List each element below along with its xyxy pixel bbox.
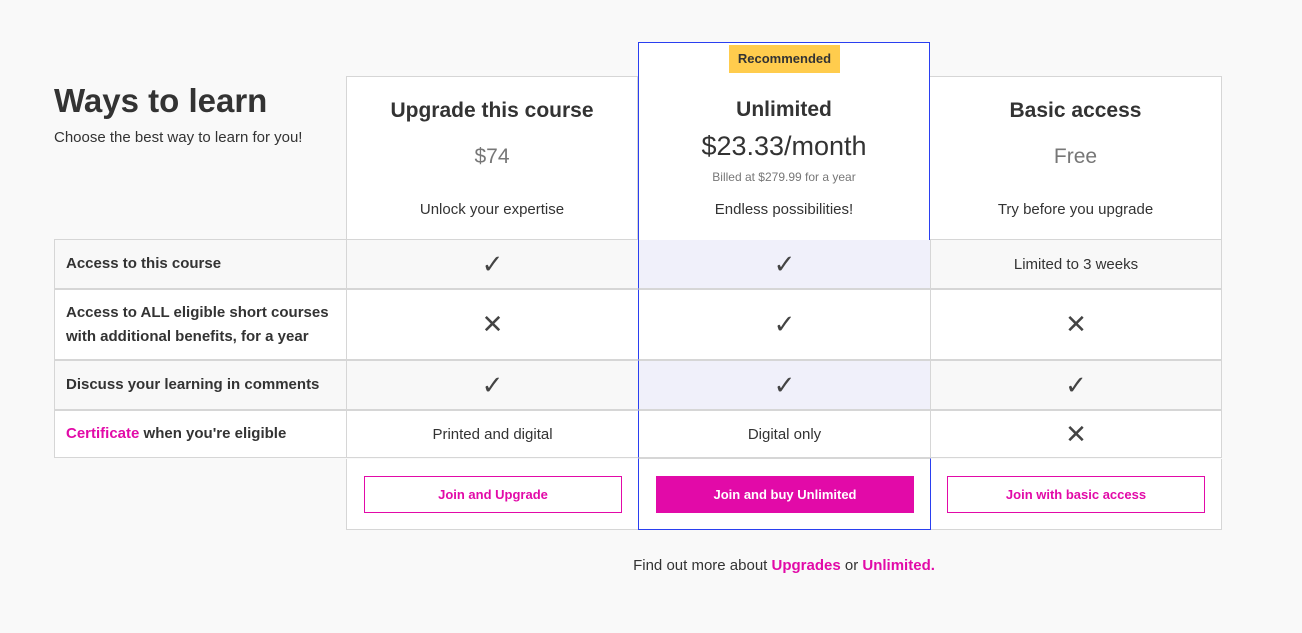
plan-price: Free	[1053, 145, 1098, 168]
plan-name: Upgrade this course	[390, 99, 594, 122]
feature-row: Access to this course ✓ ✓ Limited to 3 w…	[54, 239, 1222, 290]
plan-name: Unlimited	[736, 98, 832, 121]
check-icon: ✓	[1065, 369, 1087, 400]
footer-note: Find out more about Upgrades or Unlimite…	[0, 557, 1302, 574]
action-row: Join and Upgrade Join and buy Unlimited …	[346, 458, 1222, 530]
page-title: Ways to learn	[54, 82, 268, 119]
check-icon: ✓	[481, 248, 504, 279]
upgrades-link[interactable]: Upgrades	[772, 557, 841, 574]
feature-row: Access to ALL eligible short courses wit…	[54, 289, 1222, 361]
check-icon: ✓	[773, 369, 796, 400]
check-icon: ✓	[481, 369, 504, 400]
join-and-buy-unlimited-button[interactable]: Join and buy Unlimited	[656, 476, 914, 513]
feature-row: Certificate when you're eligible Printed…	[54, 410, 1222, 459]
plan-price: $23.33/month	[701, 131, 867, 161]
plan-name: Basic access	[1009, 99, 1142, 122]
feature-label: Access to this course	[54, 239, 347, 289]
feature-value: Limited to 3 weeks	[1013, 255, 1139, 273]
feature-label-text: when you're eligible	[143, 425, 287, 442]
unlimited-link[interactable]: Unlimited.	[862, 557, 935, 574]
page-subtitle: Choose the best way to learn for you!	[54, 129, 303, 146]
join-and-upgrade-button[interactable]: Join and Upgrade	[364, 476, 622, 513]
plan-price: $74	[474, 145, 510, 168]
feature-value: Printed and digital	[432, 425, 553, 443]
join-with-basic-access-button[interactable]: Join with basic access	[947, 476, 1205, 513]
cross-icon: ✕	[1065, 418, 1087, 449]
plan-basic-header: Basic access Free Try before you upgrade	[929, 76, 1222, 240]
feature-label: Discuss your learning in comments	[54, 360, 347, 410]
footer-text: Find out more about	[633, 557, 768, 574]
plan-unlimited-header: Recommended Unlimited $23.33/month Bille…	[638, 42, 930, 240]
plan-tagline: Endless possibilities!	[714, 201, 854, 218]
feature-label: Access to ALL eligible short courses wit…	[54, 289, 347, 360]
certificate-link[interactable]: Certificate	[66, 422, 139, 446]
footer-text: or	[844, 557, 859, 574]
feature-label: Certificate when you're eligible	[54, 410, 347, 458]
check-icon: ✓	[773, 309, 796, 339]
check-icon: ✓	[773, 248, 796, 279]
cross-icon: ✕	[481, 309, 504, 339]
recommended-badge: Recommended	[729, 45, 840, 73]
billing-note: Billed at $279.99 for a year	[712, 170, 856, 184]
plan-tagline: Try before you upgrade	[997, 201, 1154, 218]
cross-icon: ✕	[1065, 309, 1087, 339]
plan-upgrade-header: Upgrade this course $74 Unlock your expe…	[346, 76, 638, 240]
feature-row: Discuss your learning in comments ✓ ✓ ✓	[54, 360, 1222, 411]
feature-value: Digital only	[747, 425, 822, 443]
plan-tagline: Unlock your expertise	[419, 201, 565, 218]
